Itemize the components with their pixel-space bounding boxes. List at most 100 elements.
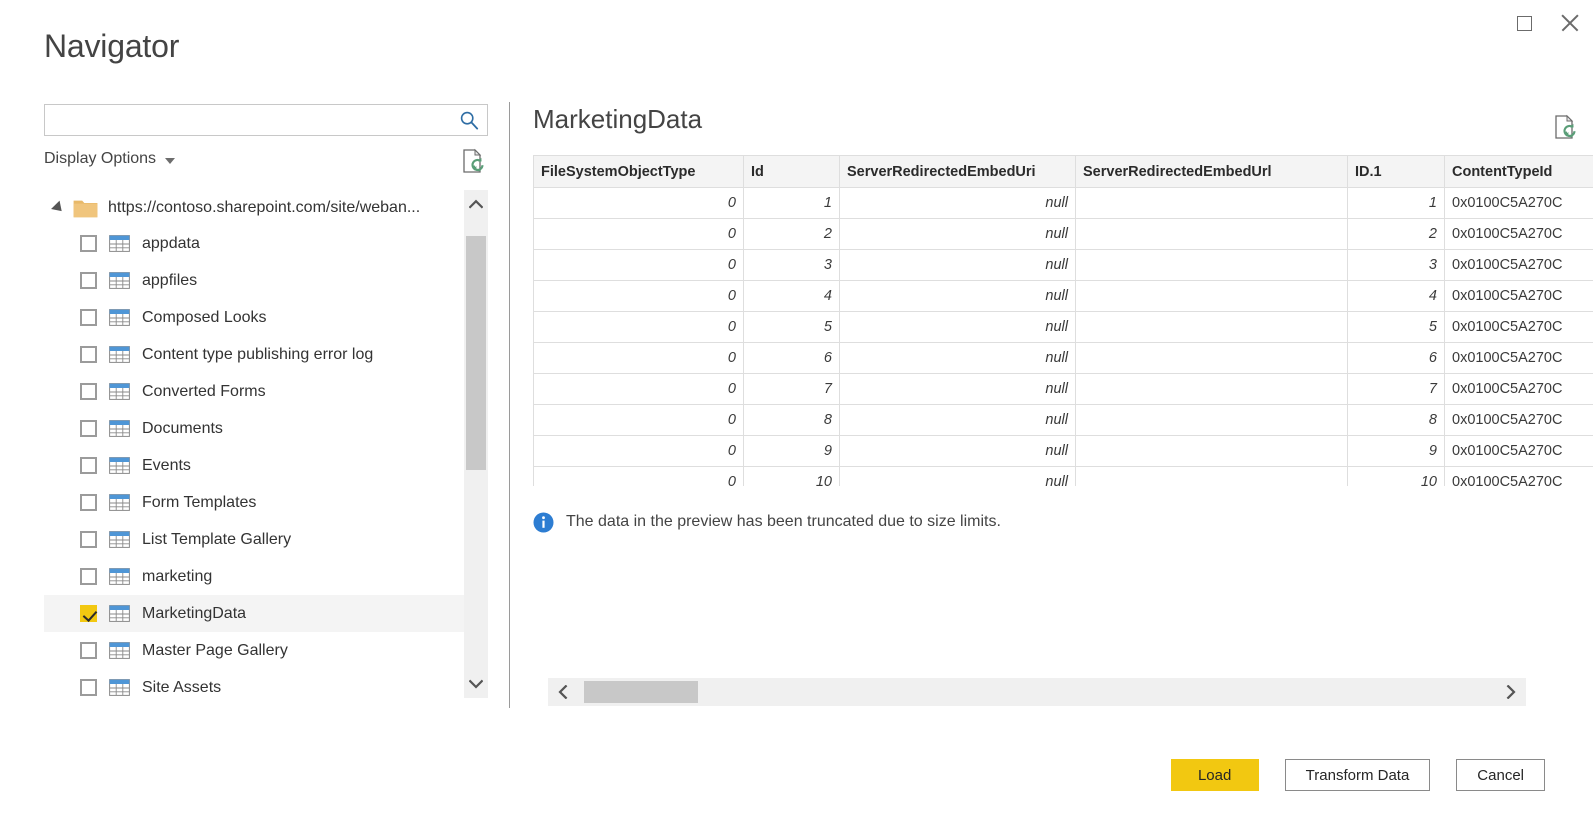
table-cell: [1076, 188, 1348, 219]
tree-item-checkbox[interactable]: [80, 568, 97, 585]
table-row[interactable]: 05null50x0100C5A270C: [534, 312, 1593, 343]
tree-vertical-scrollbar[interactable]: [464, 190, 488, 698]
table-row[interactable]: 02null20x0100C5A270C: [534, 219, 1593, 250]
tree-root-label: https://contoso.sharepoint.com/site/weba…: [108, 199, 420, 217]
table-column-header[interactable]: ContentTypeId: [1445, 156, 1593, 188]
table-cell: 9: [1348, 436, 1445, 467]
tree-item-label: Master Page Gallery: [142, 642, 288, 660]
table-column-header[interactable]: Id: [744, 156, 840, 188]
table-row[interactable]: 07null70x0100C5A270C: [534, 374, 1593, 405]
table-cell: [1076, 405, 1348, 436]
table-row[interactable]: 04null40x0100C5A270C: [534, 281, 1593, 312]
tree-item-label: Documents: [142, 420, 223, 438]
table-icon: [109, 679, 130, 696]
table-cell: 0: [534, 281, 744, 312]
table-row[interactable]: 010null100x0100C5A270C: [534, 467, 1593, 487]
table-cell: 0: [534, 374, 744, 405]
scroll-up-button[interactable]: [464, 190, 488, 218]
close-button[interactable]: [1547, 0, 1593, 46]
tree-item-checkbox[interactable]: [80, 272, 97, 289]
table-cell: 6: [744, 343, 840, 374]
search-input[interactable]: [45, 105, 453, 135]
tree-item-label: Form Templates: [142, 494, 256, 512]
table-column-header[interactable]: ServerRedirectedEmbedUri: [840, 156, 1076, 188]
scroll-thumb[interactable]: [466, 236, 486, 470]
tree-item-checkbox[interactable]: [80, 420, 97, 437]
table-cell: 2: [744, 219, 840, 250]
display-options-dropdown[interactable]: Display Options: [44, 150, 175, 168]
tree-item-checkbox[interactable]: [80, 383, 97, 400]
table-cell: 4: [744, 281, 840, 312]
table-cell: null: [840, 374, 1076, 405]
dialog-footer: Load Transform Data Cancel: [1171, 759, 1545, 791]
tree-item[interactable]: List Template Gallery: [44, 521, 464, 558]
tree-item-label: MarketingData: [142, 605, 246, 623]
search-icon[interactable]: [459, 110, 479, 130]
tree-item-checkbox[interactable]: [80, 457, 97, 474]
tree-item-checkbox[interactable]: [80, 235, 97, 252]
tree-root-node[interactable]: https://contoso.sharepoint.com/site/weba…: [44, 190, 464, 225]
navigator-left-pane: Display Options: [44, 104, 490, 704]
tree-item-label: Composed Looks: [142, 309, 267, 327]
tree-item-checkbox[interactable]: [80, 642, 97, 659]
table-cell: [1076, 467, 1348, 487]
tree-item-checkbox[interactable]: [80, 346, 97, 363]
tree-item-checkbox[interactable]: [80, 531, 97, 548]
table-row[interactable]: 06null60x0100C5A270C: [534, 343, 1593, 374]
tree-items-container: appdataappfiles Composed Looks Content typ…: [44, 225, 464, 698]
tree-item[interactable]: Content type publishing error log: [44, 336, 464, 373]
table-column-header[interactable]: ServerRedirectedEmbedUrl: [1076, 156, 1348, 188]
scroll-left-button[interactable]: [548, 678, 578, 706]
tree-item[interactable]: Master Page Gallery: [44, 632, 464, 669]
tree-item-checkbox[interactable]: [80, 605, 97, 622]
tree-item-label: Events: [142, 457, 191, 475]
tree-item[interactable]: Events: [44, 447, 464, 484]
table-cell: 5: [1348, 312, 1445, 343]
table-cell: [1076, 219, 1348, 250]
tree-item-checkbox[interactable]: [80, 679, 97, 696]
refresh-document-icon[interactable]: [461, 148, 485, 174]
tree-item[interactable]: appdata: [44, 225, 464, 262]
transform-data-button[interactable]: Transform Data: [1285, 759, 1431, 791]
tree-item[interactable]: Composed Looks: [44, 299, 464, 336]
search-box[interactable]: [44, 104, 488, 136]
triangle-expanded-icon[interactable]: [51, 200, 66, 215]
table-column-header[interactable]: FileSystemObjectType: [534, 156, 744, 188]
truncation-message: The data in the preview has been truncat…: [566, 513, 1001, 531]
tree-item-checkbox[interactable]: [80, 494, 97, 511]
table-row[interactable]: 01null10x0100C5A270C: [534, 188, 1593, 219]
tree-item[interactable]: Converted Forms: [44, 373, 464, 410]
table-column-header[interactable]: ID.1: [1348, 156, 1445, 188]
tree-item[interactable]: appfiles: [44, 262, 464, 299]
scroll-right-button[interactable]: [1496, 678, 1526, 706]
tree-item[interactable]: Documents: [44, 410, 464, 447]
folder-icon: [73, 198, 98, 218]
tree-item[interactable]: Form Templates: [44, 484, 464, 521]
cancel-button[interactable]: Cancel: [1456, 759, 1545, 791]
tree-item[interactable]: MarketingData: [44, 595, 464, 632]
table-cell: 3: [744, 250, 840, 281]
table-row[interactable]: 03null30x0100C5A270C: [534, 250, 1593, 281]
info-icon: [533, 512, 554, 533]
table-cell: [1076, 281, 1348, 312]
load-button[interactable]: Load: [1171, 759, 1259, 791]
tree-item[interactable]: Site Assets: [44, 669, 464, 698]
tree-item-label: List Template Gallery: [142, 531, 291, 549]
preview-horizontal-scrollbar[interactable]: [548, 678, 1526, 706]
scroll-thumb[interactable]: [584, 681, 698, 703]
chevron-down-icon: [165, 158, 175, 164]
refresh-document-icon[interactable]: [1553, 114, 1577, 140]
table-icon: [109, 494, 130, 511]
table-row[interactable]: 08null80x0100C5A270C: [534, 405, 1593, 436]
scroll-down-button[interactable]: [464, 670, 488, 698]
table-icon: [109, 309, 130, 326]
tree-item[interactable]: marketing: [44, 558, 464, 595]
table-icon: [109, 605, 130, 622]
tree-item-label: Content type publishing error log: [142, 346, 373, 364]
table-cell: 0x0100C5A270C: [1445, 188, 1593, 219]
table-row[interactable]: 09null90x0100C5A270C: [534, 436, 1593, 467]
table-cell: 0x0100C5A270C: [1445, 405, 1593, 436]
tree-item-checkbox[interactable]: [80, 309, 97, 326]
maximize-button[interactable]: [1501, 0, 1547, 46]
table-header-row: FileSystemObjectTypeIdServerRedirectedEm…: [534, 156, 1593, 188]
